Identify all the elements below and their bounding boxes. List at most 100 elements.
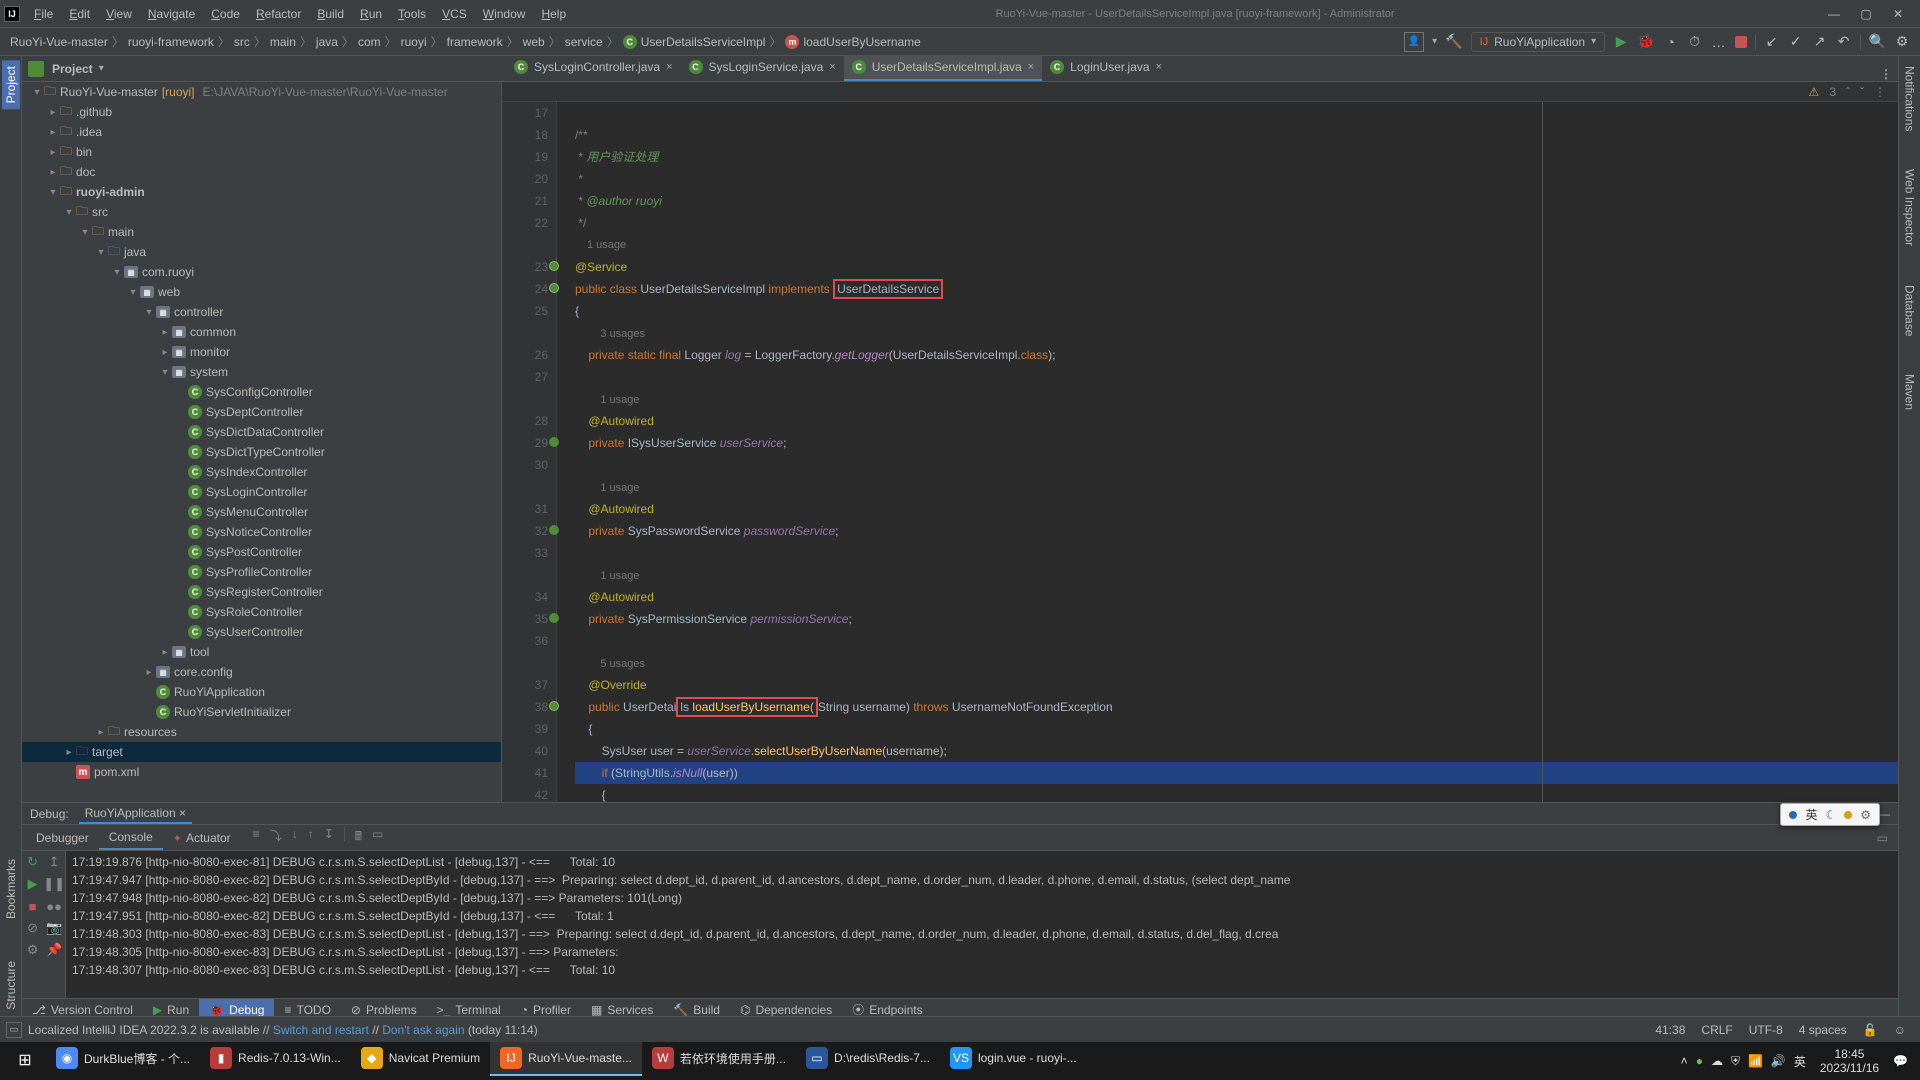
indent-status[interactable]: 4 spaces bbox=[1791, 1023, 1855, 1037]
tree-item[interactable]: CSysUserController bbox=[22, 622, 501, 642]
profiler-button[interactable]: ⏱ bbox=[1687, 33, 1703, 50]
breadcrumb-item[interactable]: src〉 bbox=[234, 33, 270, 50]
web-inspector-tool-tab[interactable]: Web Inspector bbox=[1901, 163, 1919, 252]
ime-overlay[interactable]: 英 ☾ ⚙ bbox=[1780, 803, 1880, 826]
tray-volume-icon[interactable]: 🔊 bbox=[1771, 1054, 1786, 1068]
settings-button[interactable]: ⚙ bbox=[1894, 33, 1910, 50]
taskbar-item[interactable]: ▭D:\redis\Redis-7... bbox=[796, 1042, 940, 1076]
resume-icon[interactable]: ▶ bbox=[28, 876, 38, 892]
rollback-button[interactable]: ↶ bbox=[1836, 33, 1852, 50]
debug-button[interactable]: 🐞 bbox=[1637, 33, 1654, 50]
switch-restart-link[interactable]: Switch and restart bbox=[273, 1023, 369, 1037]
taskbar-item[interactable]: W若依环境使用手册... bbox=[642, 1042, 796, 1076]
menu-build[interactable]: Build bbox=[309, 0, 352, 28]
warning-icon[interactable]: ⚠ bbox=[1809, 85, 1820, 99]
tray-wifi-icon[interactable]: 📶 bbox=[1748, 1054, 1763, 1068]
tree-item[interactable]: ▾🗀src bbox=[22, 202, 501, 222]
user-avatar[interactable]: 👤 bbox=[1404, 32, 1424, 52]
menu-run[interactable]: Run bbox=[352, 0, 390, 28]
tree-item[interactable]: CRuoYiServletInitializer bbox=[22, 702, 501, 722]
breadcrumb-item[interactable]: com〉 bbox=[358, 33, 401, 50]
menu-edit[interactable]: Edit bbox=[61, 0, 98, 28]
editor-tab[interactable]: CSysLoginService.java× bbox=[681, 55, 844, 81]
readonly-toggle-icon[interactable]: 🔓 bbox=[1855, 1023, 1886, 1037]
breadcrumb-item[interactable]: RuoYi-Vue-master〉 bbox=[10, 33, 128, 50]
tree-item[interactable]: CSysPostController bbox=[22, 542, 501, 562]
tree-item[interactable]: ▸🗀.idea bbox=[22, 122, 501, 142]
menu-help[interactable]: Help bbox=[533, 0, 574, 28]
git-commit-button[interactable]: ✓ bbox=[1788, 33, 1804, 50]
evaluate-icon[interactable]: 🖩 bbox=[355, 827, 362, 848]
tree-item[interactable]: CSysDictDataController bbox=[22, 422, 501, 442]
maven-tool-tab[interactable]: Maven bbox=[1901, 368, 1919, 416]
tray-ime[interactable]: 英 bbox=[1794, 1053, 1806, 1070]
tree-item[interactable]: ▾▦controller bbox=[22, 302, 501, 322]
tray-security-icon[interactable]: ⛨ bbox=[1731, 1054, 1740, 1069]
tool-windows-quick-access-icon[interactable]: ▭ bbox=[6, 1022, 22, 1038]
tree-item[interactable]: ▸▦core.config bbox=[22, 662, 501, 682]
caret-position[interactable]: 41:38 bbox=[1647, 1023, 1693, 1037]
tree-item[interactable]: ▾🗀ruoyi-admin bbox=[22, 182, 501, 202]
debug-run-tab[interactable]: RuoYiApplication × bbox=[79, 804, 192, 824]
menu-view[interactable]: View bbox=[98, 0, 140, 28]
menu-code[interactable]: Code bbox=[203, 0, 248, 28]
tree-item[interactable]: ▾🗀main bbox=[22, 222, 501, 242]
editor[interactable]: 1718192021222324252627282930313233343536… bbox=[502, 102, 1898, 802]
inspection-profile-icon[interactable]: ☺ bbox=[1886, 1023, 1914, 1037]
tray-chevron-icon[interactable]: ˄ bbox=[1681, 1054, 1688, 1068]
stop-debug-icon[interactable]: ■ bbox=[29, 899, 37, 914]
tray-cloud-icon[interactable]: ☁ bbox=[1711, 1054, 1723, 1068]
debug-settings-icon[interactable]: ⚙ bbox=[27, 942, 39, 958]
project-tree[interactable]: ▾🗀RuoYi-Vue-master[ruoyi]E:\JAVA\RuoYi-V… bbox=[22, 82, 502, 802]
step-over-icon[interactable]: ⤵ bbox=[270, 827, 282, 848]
tree-item[interactable]: mpom.xml bbox=[22, 762, 501, 782]
breadcrumb-item[interactable]: service〉 bbox=[565, 33, 623, 50]
editor-tab[interactable]: CSysLoginController.java× bbox=[506, 55, 681, 81]
tree-item[interactable]: ▸🗀target bbox=[22, 742, 501, 762]
tree-item[interactable]: ▸🗀doc bbox=[22, 162, 501, 182]
debug-subtab-debugger[interactable]: Debugger bbox=[26, 827, 99, 849]
tree-item[interactable]: ▸▦monitor bbox=[22, 342, 501, 362]
code-area[interactable]: /** * 用户验证处理 * * @author ruoyi */1 usage… bbox=[557, 102, 1898, 802]
search-everywhere-button[interactable]: 🔍 bbox=[1869, 33, 1886, 50]
tree-item[interactable]: ▸🗀resources bbox=[22, 722, 501, 742]
tree-item[interactable]: CSysRegisterController bbox=[22, 582, 501, 602]
attach-button[interactable]: … bbox=[1711, 34, 1727, 50]
coverage-button[interactable]: ◔ bbox=[1663, 34, 1679, 50]
tree-item[interactable]: CSysMenuController bbox=[22, 502, 501, 522]
menu-vcs[interactable]: VCS bbox=[434, 0, 475, 28]
breadcrumb-item[interactable]: framework〉 bbox=[447, 33, 523, 50]
breadcrumbs[interactable]: RuoYi-Vue-master〉ruoyi-framework〉src〉mai… bbox=[10, 33, 921, 50]
toggle-breakpoints-icon[interactable]: ≡ bbox=[253, 827, 260, 848]
run-button[interactable]: ▶ bbox=[1613, 33, 1629, 50]
build-icon[interactable]: 🔨 bbox=[1445, 33, 1462, 50]
tree-item[interactable]: CRuoYiApplication bbox=[22, 682, 501, 702]
taskbar-item[interactable]: ◉DurkBlue博客 - 个... bbox=[46, 1042, 200, 1076]
project-view-dropdown[interactable]: ▾ bbox=[99, 63, 104, 74]
debug-layout-icon[interactable]: ▭ bbox=[1871, 831, 1894, 845]
step-into-icon[interactable]: ↓ bbox=[292, 827, 298, 848]
step-out-icon[interactable]: ↑ bbox=[308, 827, 314, 848]
file-encoding[interactable]: UTF-8 bbox=[1741, 1023, 1791, 1037]
run-configuration-selector[interactable]: IJ RuoYiApplication ▾ bbox=[1471, 32, 1606, 52]
breadcrumb-item[interactable]: ruoyi-framework〉 bbox=[128, 33, 234, 50]
tree-item[interactable]: ▸▦common bbox=[22, 322, 501, 342]
editor-tab[interactable]: CLoginUser.java× bbox=[1042, 55, 1170, 81]
get-thread-dump-icon[interactable]: 📷 bbox=[46, 920, 62, 936]
menu-refactor[interactable]: Refactor bbox=[248, 0, 309, 28]
menu-file[interactable]: File bbox=[26, 0, 61, 28]
tree-item[interactable]: ▾🗀RuoYi-Vue-master[ruoyi]E:\JAVA\RuoYi-V… bbox=[22, 82, 501, 102]
tree-item[interactable]: CSysLoginController bbox=[22, 482, 501, 502]
breadcrumb-item[interactable]: java〉 bbox=[316, 33, 358, 50]
taskbar-item[interactable]: ▮Redis-7.0.13-Win... bbox=[200, 1042, 351, 1076]
bookmarks-tool-tab[interactable]: Bookmarks bbox=[2, 853, 20, 925]
taskbar-item[interactable]: VSlogin.vue - ruoyi-... bbox=[940, 1042, 1087, 1076]
breadcrumb-item[interactable]: CUserDetailsServiceImpl〉 bbox=[623, 33, 786, 50]
menu-tools[interactable]: Tools bbox=[390, 0, 434, 28]
mute-breakpoints-icon[interactable]: ⊘ bbox=[27, 920, 38, 936]
pause-icon[interactable]: ❚❚ bbox=[43, 876, 65, 892]
breadcrumb-item[interactable]: mloadUserByUsername bbox=[785, 35, 920, 49]
git-update-button[interactable]: ↙ bbox=[1764, 33, 1780, 50]
tree-item[interactable]: ▸🗀.github bbox=[22, 102, 501, 122]
taskbar-item[interactable]: IJRuoYi-Vue-maste... bbox=[490, 1042, 642, 1076]
